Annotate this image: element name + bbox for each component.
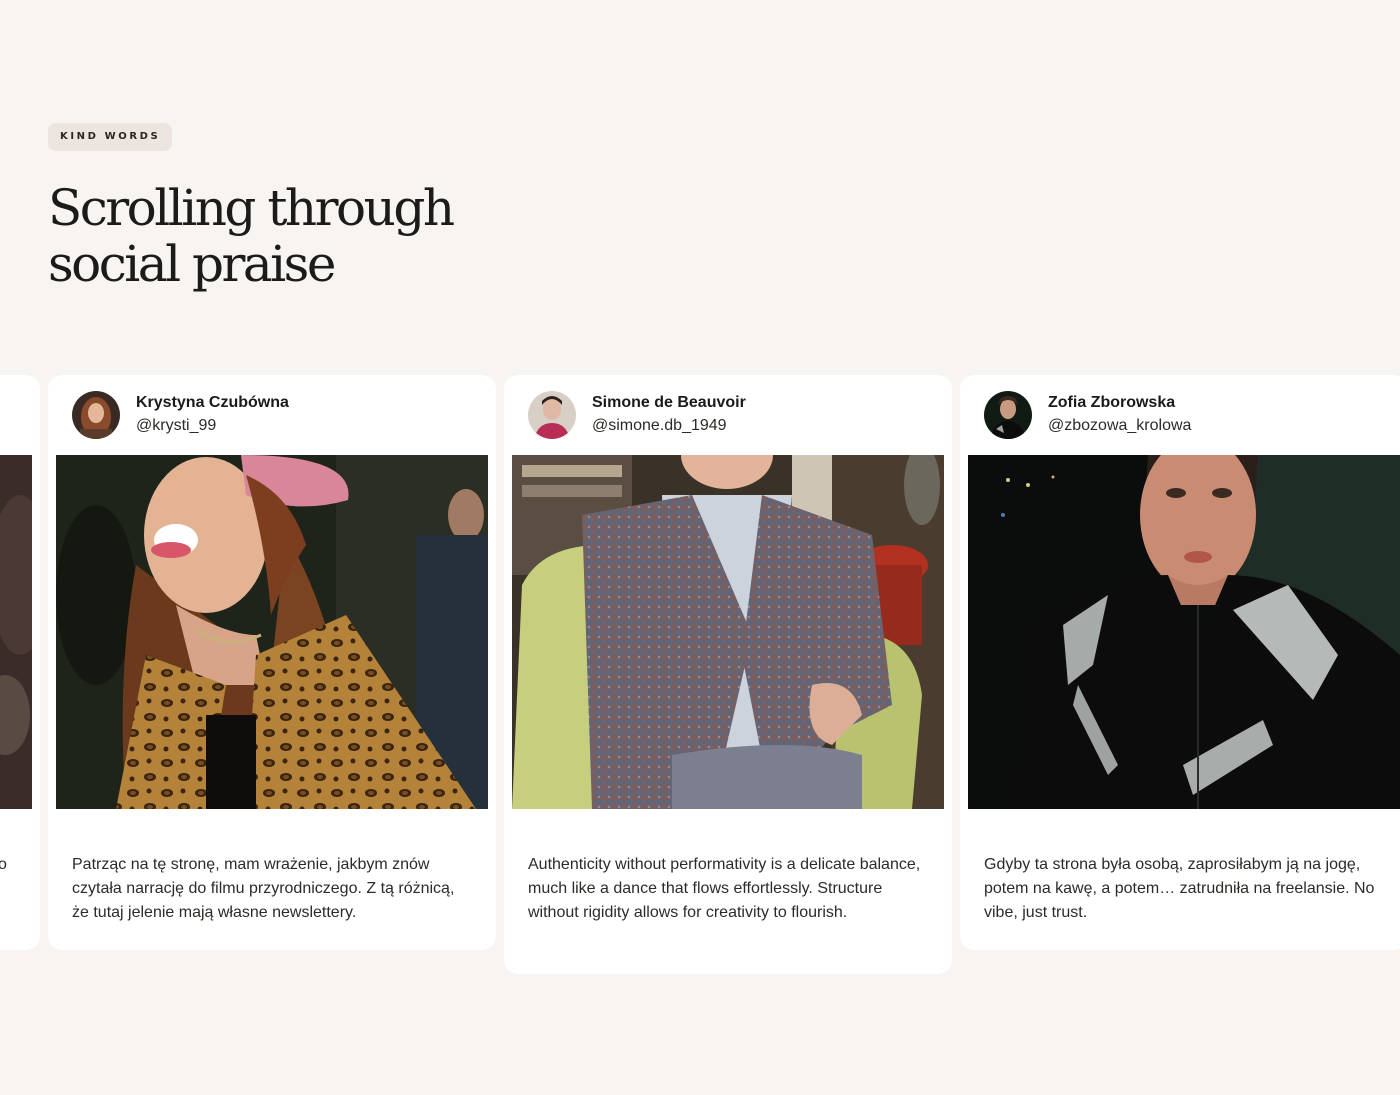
author-info: Simone de Beauvoir @simone.db_1949 — [592, 392, 746, 438]
testimonial-header: Krystyna Czubówna @krysti_99 — [72, 391, 289, 439]
testimonial-header: Simone de Beauvoir @simone.db_1949 — [528, 391, 746, 439]
testimonial-quote: Authenticity without performativity is a… — [528, 856, 921, 921]
testimonial-quote: Gdyby ta strona była osobą, zaprosiłabym… — [984, 856, 1375, 921]
avatar — [528, 391, 576, 439]
avatar — [72, 391, 120, 439]
testimonial-carousel[interactable]: o Krystyna Czubówna @krysti_99 Patrząc n… — [0, 375, 1400, 995]
author-name: Zofia Zborowska — [1048, 394, 1176, 411]
testimonial-card[interactable]: Krystyna Czubówna @krysti_99 Patrząc na … — [48, 375, 496, 950]
avatar — [984, 391, 1032, 439]
author-info: Zofia Zborowska @zbozowa_krolowa — [1048, 392, 1191, 438]
section-eyebrow-badge: KIND WORDS — [48, 123, 173, 151]
author-handle: @krysti_99 — [136, 417, 217, 434]
testimonial-quote: Patrząc na tę stronę, mam wrażenie, jakb… — [72, 856, 455, 921]
testimonial-photo — [512, 455, 944, 809]
testimonial-card[interactable]: Simone de Beauvoir @simone.db_1949 Authe… — [504, 375, 952, 974]
author-info: Krystyna Czubówna @krysti_99 — [136, 392, 289, 438]
author-name: Krystyna Czubówna — [136, 394, 289, 411]
author-name: Simone de Beauvoir — [592, 394, 746, 411]
testimonial-header: Zofia Zborowska @zbozowa_krolowa — [984, 391, 1191, 439]
testimonial-quote: o — [0, 856, 7, 873]
testimonial-card[interactable]: Zofia Zborowska @zbozowa_krolowa Gdyby t… — [960, 375, 1400, 950]
author-handle: @simone.db_1949 — [592, 417, 727, 434]
author-handle: @zbozowa_krolowa — [1048, 417, 1192, 434]
testimonial-card[interactable]: o — [0, 375, 40, 950]
testimonial-photo — [0, 455, 32, 809]
section-heading: Scrolling through social praise — [48, 179, 455, 293]
testimonial-photo — [56, 455, 488, 809]
testimonial-photo — [968, 455, 1400, 809]
